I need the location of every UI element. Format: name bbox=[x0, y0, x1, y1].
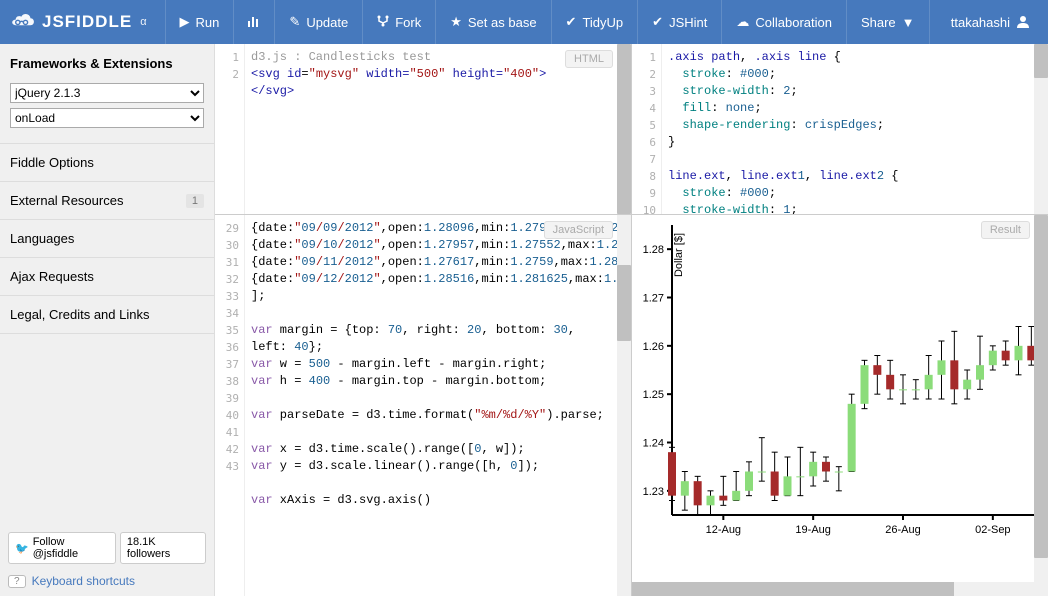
sidebar-item[interactable]: Ajax Requests bbox=[0, 258, 214, 295]
sidebar-item[interactable]: Legal, Credits and Links bbox=[0, 296, 214, 333]
html-code[interactable]: d3.js : Candlesticks test <svg id="mysvg… bbox=[245, 44, 617, 214]
svg-text:1.26: 1.26 bbox=[643, 341, 664, 353]
framework-select[interactable]: jQuery 2.1.3 bbox=[10, 83, 204, 103]
fork-icon bbox=[377, 15, 389, 30]
logo[interactable]: JSFIDDLE α bbox=[8, 11, 165, 34]
badge: 1 bbox=[186, 194, 204, 208]
js-pane[interactable]: JavaScript 29303132333435363738394041424… bbox=[215, 215, 631, 596]
header: JSFIDDLE α ▶Run ✎Update Fork ★Set as bas… bbox=[0, 0, 1048, 44]
cloud-icon bbox=[8, 11, 36, 34]
twitter-followers[interactable]: 18.1K followers bbox=[120, 532, 206, 564]
kb-key: ? bbox=[8, 575, 26, 588]
css-code[interactable]: .axis path, .axis line { stroke: #000; s… bbox=[662, 44, 1034, 214]
fork-button[interactable]: Fork bbox=[362, 0, 435, 44]
scrollbar[interactable] bbox=[617, 44, 631, 214]
sidebar: Frameworks & Extensions jQuery 2.1.3 onL… bbox=[0, 44, 215, 596]
logo-text: JSFIDDLE bbox=[42, 12, 132, 32]
tidyup-button[interactable]: ✔TidyUp bbox=[551, 0, 638, 44]
scrollbar[interactable] bbox=[617, 215, 631, 596]
svg-text:1.24: 1.24 bbox=[643, 438, 664, 450]
gutter: 293031323334353637383940414243 bbox=[215, 215, 245, 596]
logo-alpha: α bbox=[140, 16, 146, 28]
pencil-icon: ✎ bbox=[289, 14, 300, 30]
html-label: HTML bbox=[565, 50, 613, 68]
share-button[interactable]: Share▼ bbox=[846, 0, 929, 44]
sidebar-item[interactable]: Languages bbox=[0, 220, 214, 257]
svg-text:1.23: 1.23 bbox=[643, 486, 664, 498]
keyboard-shortcuts-link[interactable]: ? Keyboard shortcuts bbox=[8, 574, 206, 588]
svg-text:1.28: 1.28 bbox=[643, 244, 664, 256]
scrollbar[interactable] bbox=[1034, 44, 1048, 214]
result-output: 1.23 1.24 1.25 1.26 1.27 1.28 Dollar [$] 12-Aug… bbox=[632, 215, 1034, 596]
scrollbar-h[interactable] bbox=[632, 582, 1034, 596]
result-pane: Result 1.23 1.24 1.25 1.26 1.27 1.28 Dollar [$… bbox=[632, 215, 1048, 596]
collaboration-button[interactable]: ☁Collaboration bbox=[721, 0, 846, 44]
run-button[interactable]: ▶Run bbox=[165, 0, 234, 44]
gutter: 12345678910 bbox=[632, 44, 662, 214]
star-icon: ★ bbox=[450, 14, 462, 30]
check-icon: ✔ bbox=[652, 14, 663, 30]
sidebar-item[interactable]: Fiddle Options bbox=[0, 144, 214, 181]
user-icon bbox=[1016, 14, 1030, 31]
jshint-button[interactable]: ✔JSHint bbox=[637, 0, 721, 44]
main: Frameworks & Extensions jQuery 2.1.3 onL… bbox=[0, 44, 1048, 596]
result-label: Result bbox=[981, 221, 1030, 239]
svg-text:Dollar [$]: Dollar [$] bbox=[673, 233, 685, 277]
svg-text:19-Aug: 19-Aug bbox=[795, 524, 830, 536]
editor-panes: HTML 12 d3.js : Candlesticks test <svg i… bbox=[215, 44, 1048, 596]
stats-button[interactable] bbox=[233, 0, 274, 44]
html-pane[interactable]: HTML 12 d3.js : Candlesticks test <svg i… bbox=[215, 44, 631, 214]
check-icon: ✔ bbox=[566, 14, 577, 30]
username: ttakahashi bbox=[951, 15, 1010, 30]
svg-text:12-Aug: 12-Aug bbox=[706, 524, 741, 536]
gutter: 12 bbox=[215, 44, 245, 214]
svg-text:1.27: 1.27 bbox=[643, 293, 664, 305]
twitter-icon: 🐦 bbox=[15, 542, 29, 555]
cloud-icon: ☁ bbox=[736, 14, 749, 30]
scrollbar[interactable] bbox=[1034, 215, 1048, 596]
chevron-down-icon: ▼ bbox=[902, 15, 915, 30]
svg-text:26-Aug: 26-Aug bbox=[885, 524, 920, 536]
bars-icon bbox=[248, 15, 260, 30]
twitter-follow-button[interactable]: 🐦Follow @jsfiddle bbox=[8, 532, 116, 564]
svg-text:02-Sep: 02-Sep bbox=[975, 524, 1010, 536]
toolbar: ▶Run ✎Update Fork ★Set as base ✔TidyUp ✔… bbox=[165, 0, 941, 44]
svg-text:1.25: 1.25 bbox=[643, 389, 664, 401]
update-button[interactable]: ✎Update bbox=[274, 0, 362, 44]
sidebar-item[interactable]: External Resources1 bbox=[0, 182, 214, 219]
css-pane[interactable]: 12345678910 .axis path, .axis line { str… bbox=[632, 44, 1048, 214]
js-label: JavaScript bbox=[544, 221, 613, 239]
user-menu[interactable]: ttakahashi bbox=[941, 14, 1040, 31]
frameworks-title: Frameworks & Extensions bbox=[0, 44, 214, 83]
js-code[interactable]: {date:"09/09/2012",open:1.28096,min:1.27… bbox=[245, 215, 617, 596]
load-select[interactable]: onLoad bbox=[10, 108, 204, 128]
play-icon: ▶ bbox=[180, 14, 190, 30]
set-base-button[interactable]: ★Set as base bbox=[435, 0, 550, 44]
